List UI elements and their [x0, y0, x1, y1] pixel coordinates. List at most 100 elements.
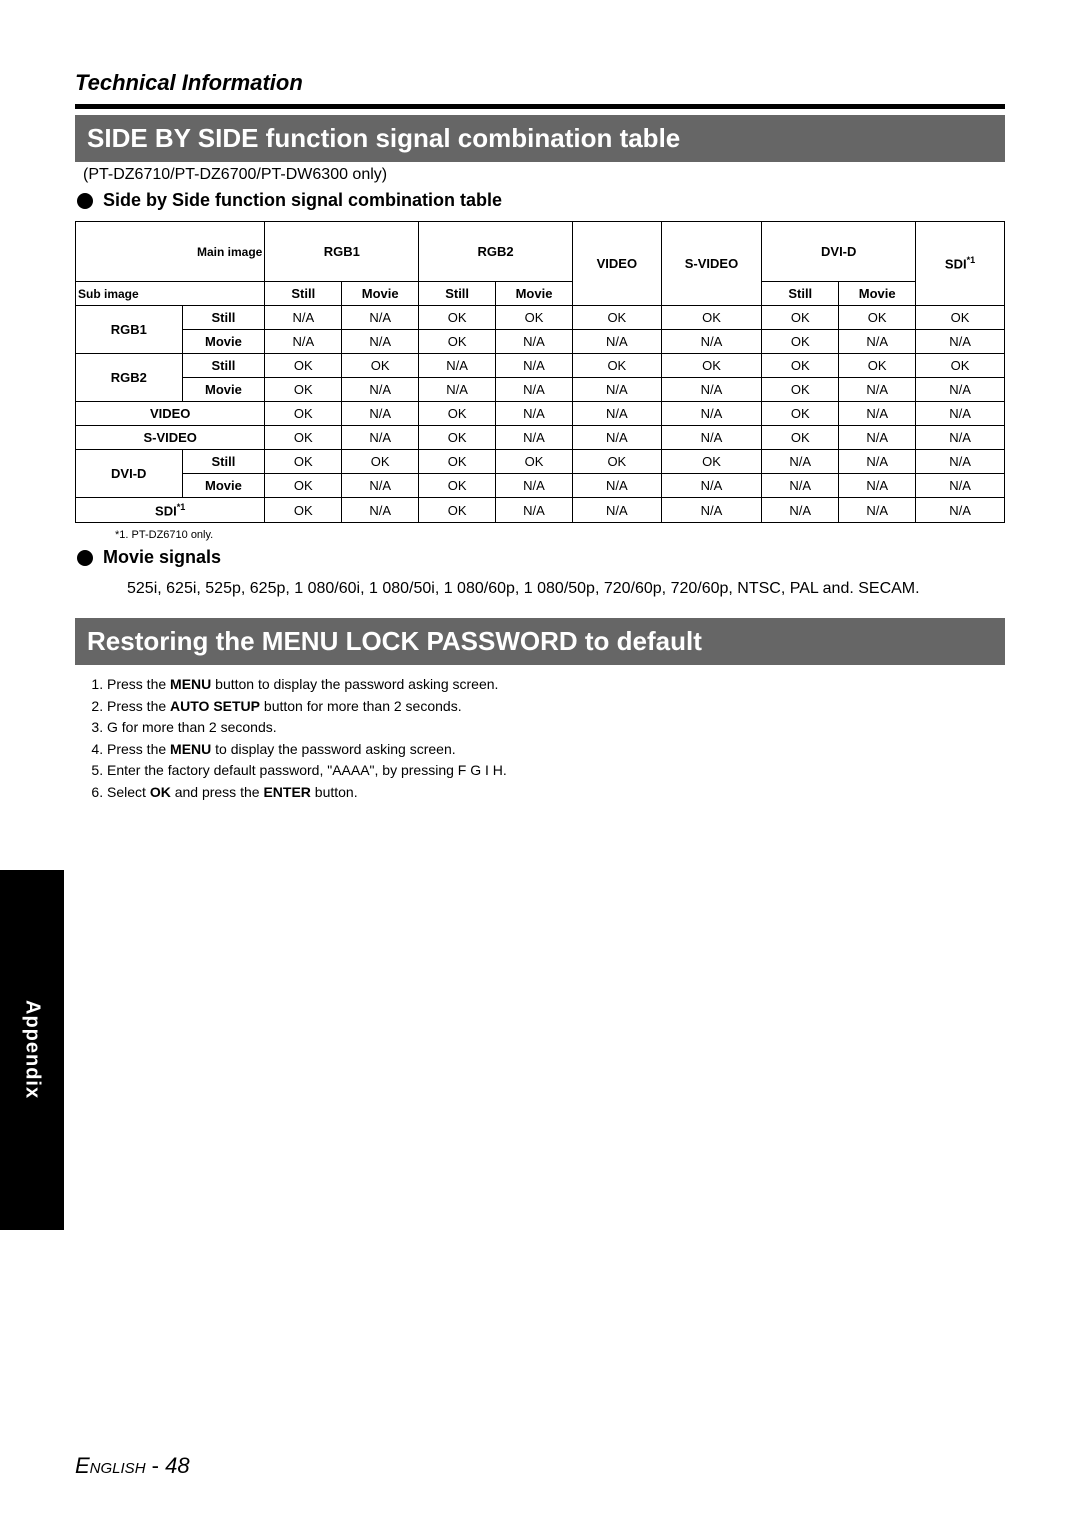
- movie-signals-text: 525i, 625i, 525p, 625p, 1 080/60i, 1 080…: [127, 578, 1005, 600]
- table-cell: N/A: [762, 498, 839, 523]
- row-group: SDI*1: [76, 498, 265, 523]
- table-cell: N/A: [342, 498, 419, 523]
- bullet-text: Side by Side function signal combination…: [103, 190, 502, 211]
- table-cell: OK: [661, 306, 762, 330]
- table-cell: N/A: [839, 450, 916, 474]
- table-cell: OK: [419, 402, 496, 426]
- table-cell: OK: [572, 306, 661, 330]
- bullet-icon: [77, 550, 93, 566]
- table-cell: OK: [916, 354, 1005, 378]
- table-cell: OK: [419, 450, 496, 474]
- table-cell: OK: [419, 426, 496, 450]
- table-cell: N/A: [496, 378, 573, 402]
- table-cell: OK: [419, 306, 496, 330]
- table-cell: OK: [265, 474, 342, 498]
- step-item: Enter the factory default password, "AAA…: [107, 761, 1005, 781]
- table-cell: OK: [916, 306, 1005, 330]
- table-cell: N/A: [342, 330, 419, 354]
- table-cell: N/A: [661, 378, 762, 402]
- table-cell: OK: [419, 330, 496, 354]
- side-tab-label: Appendix: [21, 1000, 44, 1099]
- step-item: Press the AUTO SETUP button for more tha…: [107, 697, 1005, 717]
- page-footer: English - 48: [75, 1453, 190, 1479]
- table-cell: N/A: [661, 474, 762, 498]
- table-cell: OK: [762, 402, 839, 426]
- table-cell: N/A: [265, 330, 342, 354]
- footer-page-number: 48: [165, 1453, 189, 1478]
- table-cell: OK: [762, 426, 839, 450]
- col-video: VIDEO: [572, 222, 661, 306]
- col-rgb1-still: Still: [265, 282, 342, 306]
- table-cell: N/A: [572, 498, 661, 523]
- col-rgb1: RGB1: [265, 222, 419, 282]
- password-steps: Press the MENU button to display the pas…: [107, 675, 1005, 803]
- table-cell: OK: [265, 402, 342, 426]
- bullet-movie-signals: Movie signals: [77, 547, 1005, 568]
- section-banner-sbs: SIDE BY SIDE function signal combination…: [75, 115, 1005, 162]
- table-cell: N/A: [496, 330, 573, 354]
- table-cell: N/A: [661, 426, 762, 450]
- model-note: (PT-DZ6710/PT-DZ6700/PT-DW6300 only): [83, 166, 1005, 184]
- table-cell: N/A: [572, 378, 661, 402]
- table-cell: N/A: [342, 402, 419, 426]
- table-cell: N/A: [265, 306, 342, 330]
- table-cell: N/A: [496, 474, 573, 498]
- col-svideo: S-VIDEO: [661, 222, 762, 306]
- step-item: Press the MENU button to display the pas…: [107, 675, 1005, 695]
- table-cell: OK: [419, 474, 496, 498]
- combination-table: Main image RGB1 RGB2 VIDEO S-VIDEO DVI-D…: [75, 221, 1005, 523]
- table-cell: OK: [572, 354, 661, 378]
- row-group: RGB2: [76, 354, 183, 402]
- side-tab: Appendix: [0, 870, 64, 1230]
- table-cell: OK: [839, 354, 916, 378]
- row-group: VIDEO: [76, 402, 265, 426]
- table-cell: N/A: [572, 426, 661, 450]
- table-cell: N/A: [342, 306, 419, 330]
- table-cell: OK: [762, 306, 839, 330]
- col-rgb2-movie: Movie: [496, 282, 573, 306]
- table-cell: OK: [419, 498, 496, 523]
- table-footnote: *1. PT-DZ6710 only.: [115, 529, 1005, 541]
- table-cell: N/A: [916, 426, 1005, 450]
- table-cell: N/A: [419, 354, 496, 378]
- row-sub: Still: [182, 354, 265, 378]
- table-cell: OK: [661, 450, 762, 474]
- table-cell: OK: [496, 306, 573, 330]
- step-item: Select OK and press the ENTER button.: [107, 783, 1005, 803]
- main-image-header: Main image: [76, 222, 265, 282]
- table-cell: N/A: [661, 402, 762, 426]
- col-sdi: SDI*1: [916, 222, 1005, 306]
- row-group: RGB1: [76, 306, 183, 354]
- table-cell: N/A: [839, 402, 916, 426]
- table-cell: N/A: [762, 450, 839, 474]
- table-cell: N/A: [572, 330, 661, 354]
- table-cell: OK: [265, 426, 342, 450]
- table-cell: OK: [342, 354, 419, 378]
- heading-rule: [75, 104, 1005, 109]
- table-cell: N/A: [661, 330, 762, 354]
- footer-language: English: [75, 1453, 146, 1478]
- table-cell: OK: [661, 354, 762, 378]
- row-sub: Movie: [182, 474, 265, 498]
- table-cell: N/A: [496, 426, 573, 450]
- table-cell: N/A: [342, 378, 419, 402]
- row-sub: Movie: [182, 330, 265, 354]
- table-cell: OK: [762, 330, 839, 354]
- table-cell: N/A: [342, 426, 419, 450]
- table-cell: N/A: [496, 354, 573, 378]
- bullet-sbs-table: Side by Side function signal combination…: [77, 190, 1005, 211]
- table-cell: N/A: [916, 330, 1005, 354]
- row-sub: Movie: [182, 378, 265, 402]
- table-cell: OK: [265, 378, 342, 402]
- table-cell: OK: [265, 498, 342, 523]
- table-cell: N/A: [572, 474, 661, 498]
- table-cell: OK: [572, 450, 661, 474]
- table-cell: N/A: [916, 474, 1005, 498]
- table-cell: OK: [265, 450, 342, 474]
- page-heading: Technical Information: [75, 70, 1005, 96]
- table-cell: N/A: [762, 474, 839, 498]
- col-dvid-still: Still: [762, 282, 839, 306]
- row-sub: Still: [182, 450, 265, 474]
- col-rgb2: RGB2: [419, 222, 573, 282]
- col-rgb1-movie: Movie: [342, 282, 419, 306]
